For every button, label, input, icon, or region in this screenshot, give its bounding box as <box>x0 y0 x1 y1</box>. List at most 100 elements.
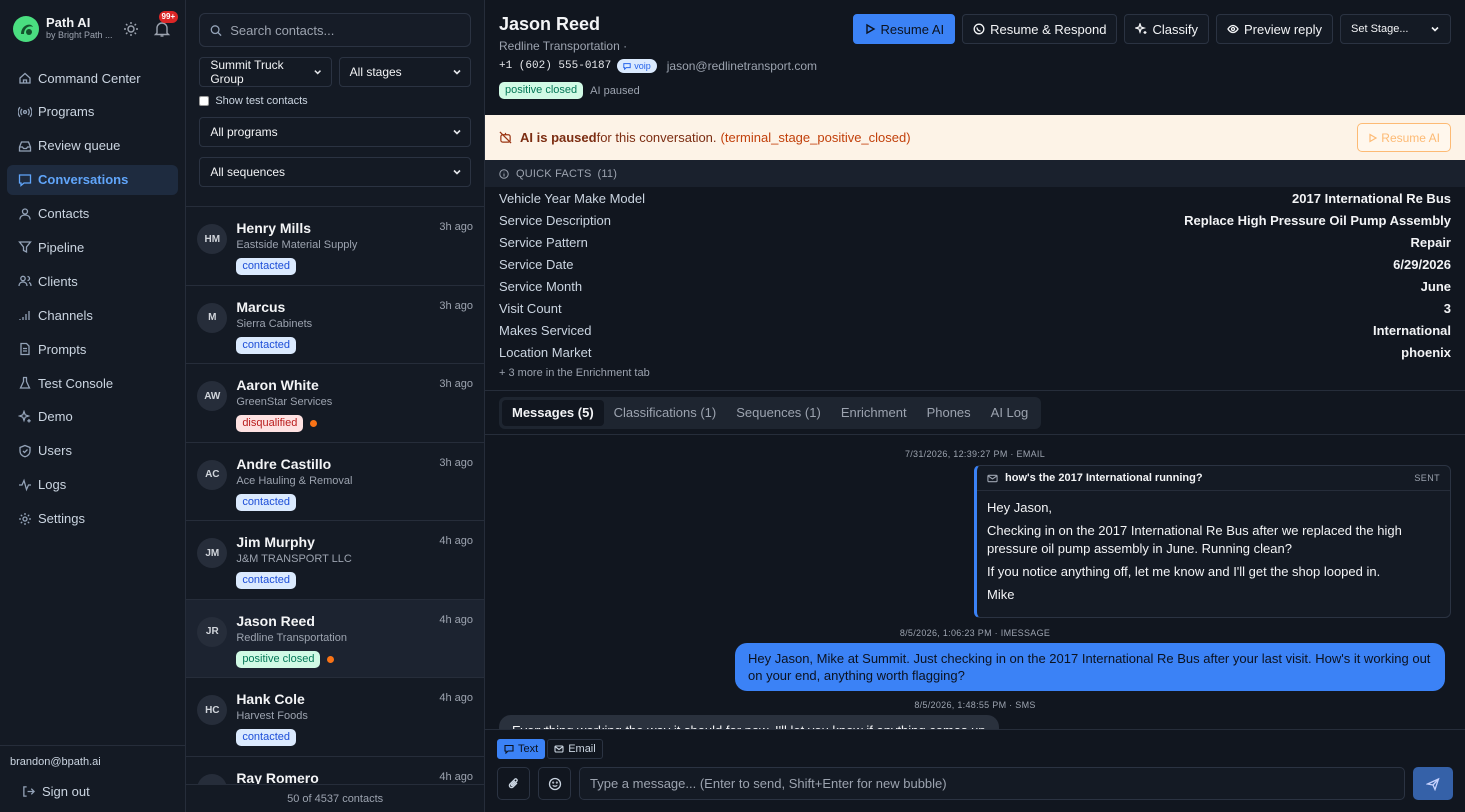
unread-dot <box>327 655 335 663</box>
classify-button[interactable]: Classify <box>1124 14 1209 44</box>
checkbox-box[interactable] <box>199 96 210 106</box>
smile-icon <box>548 777 561 790</box>
search-input[interactable] <box>230 22 460 38</box>
chat-icon <box>623 63 631 70</box>
unread-dot <box>310 420 318 427</box>
avatar: RR <box>197 773 228 784</box>
nav-item-programs[interactable]: Programs <box>7 97 178 127</box>
nav-label: Demo <box>38 409 73 425</box>
inbound-message: Everything working the way it should for… <box>499 715 999 729</box>
brand-name: Path AI <box>46 15 91 31</box>
program-select[interactable]: All programs <box>199 117 471 147</box>
contact-row[interactable]: AW Aaron White GreenStar Services 3h ago dis… <box>186 364 484 443</box>
nav-item-review-queue[interactable]: Review queue <box>7 131 178 161</box>
contact-email[interactable]: jason@redlinetransport.com <box>667 59 817 73</box>
quick-fact-row: Service Pattern Repair <box>499 232 1451 254</box>
nav-item-logs[interactable]: Logs <box>7 470 178 500</box>
status-badge: contacted <box>236 729 297 746</box>
nav-item-clients[interactable]: Clients <box>7 266 178 296</box>
contact-row[interactable]: AC Andre Castillo Ace Hauling & Removal 3h … <box>186 443 484 521</box>
status-badge: contacted <box>236 258 297 275</box>
phone-type-label: voip <box>634 61 651 71</box>
contact-row-name: Jim Murphy <box>236 534 315 550</box>
send-icon <box>1426 777 1440 791</box>
more-facts-link[interactable]: + 3 more in the Enrichment tab <box>499 367 1451 379</box>
contact-row[interactable]: JR Jason Reed Redline Transportation 4h ago… <box>186 599 484 678</box>
banner-title: AI is paused <box>520 130 597 145</box>
message-input[interactable] <box>590 776 1394 791</box>
contact-row-name: Hank Cole <box>236 691 305 707</box>
quick-fact-row: Vehicle Year Make Model 2017 Internationa… <box>499 188 1451 210</box>
nav-item-pipeline[interactable]: Pipeline <box>7 232 178 262</box>
contact-row[interactable]: JM Jim Murphy J&M TRANSPORT LLC 4h ago conta… <box>186 521 484 600</box>
tab-sequences[interactable]: Sequences (1) <box>726 400 831 426</box>
nav-item-test-console[interactable]: Test Console <box>7 368 178 398</box>
resume-respond-button[interactable]: Resume & Respond <box>962 14 1118 44</box>
emoji-button[interactable] <box>538 767 571 800</box>
notifications-button[interactable]: 99+ <box>153 10 179 38</box>
quick-facts-header[interactable]: QUICK FACTS (11) <box>485 160 1465 187</box>
tab-enrichment[interactable]: Enrichment <box>831 400 917 426</box>
nav-item-settings[interactable]: Settings <box>7 504 178 534</box>
attach-button[interactable] <box>497 767 530 800</box>
banner-resume-label: Resume AI <box>1381 130 1440 145</box>
sequence-select[interactable]: All sequences <box>199 157 471 187</box>
message-meta: 8/5/2026, 1:48:55 PM · SMS <box>914 700 1036 710</box>
email-mode-label: Email <box>568 743 596 755</box>
conversation-tabs: Messages (5) Classifications (1) Sequences… <box>499 396 1042 429</box>
nav-item-channels[interactable]: Channels <box>7 300 178 330</box>
nav-item-users[interactable]: Users <box>7 436 178 466</box>
contact-row[interactable]: M Marcus Sierra Cabinets 3h ago contacted <box>186 286 484 364</box>
nav-item-command-center[interactable]: Command Center <box>7 63 178 93</box>
contact-phone[interactable]: +1 (602) 555-0187 <box>499 60 611 72</box>
contact-row[interactable]: RR Ray Romero 4h ago <box>186 757 484 784</box>
message-thread: 7/31/2026, 12:39:27 PM · EMAIL how's the… <box>485 435 1465 729</box>
message-input-box[interactable] <box>579 767 1405 800</box>
contact-row-time: 4h ago <box>439 535 473 547</box>
contact-row[interactable]: HM Henry Mills Eastside Material Supply 3h … <box>186 207 484 286</box>
tabs-bar: Messages (5) Classifications (1) Sequences… <box>485 391 1465 435</box>
nav-item-conversations[interactable]: Conversations <box>7 164 179 195</box>
stage-select-value: All stages <box>349 65 402 79</box>
email-mode-button[interactable]: Email <box>547 739 603 759</box>
sign-out-button[interactable]: Sign out <box>10 780 175 802</box>
avatar: JR <box>197 616 228 647</box>
sun-icon[interactable] <box>123 21 139 37</box>
channel-toggle: Text Email <box>497 739 1453 759</box>
show-test-checkbox[interactable]: Show test contacts <box>199 93 471 109</box>
tab-phones[interactable]: Phones <box>917 400 981 426</box>
broadcast-icon <box>18 106 32 118</box>
contact-row[interactable]: HC Hank Cole Harvest Foods 4h ago contacted <box>186 678 484 757</box>
ai-status: AI paused <box>590 84 640 97</box>
tab-messages[interactable]: Messages (5) <box>502 399 604 426</box>
fact-key: Service Pattern <box>499 235 588 251</box>
resume-ai-button[interactable]: Resume AI <box>852 14 956 44</box>
resume-respond-label: Resume & Respond <box>990 21 1107 37</box>
quick-facts-count: (11) <box>597 167 618 180</box>
contact-row-company: Harvest Foods <box>236 710 308 722</box>
preview-reply-button[interactable]: Preview reply <box>1215 14 1333 44</box>
nav-item-prompts[interactable]: Prompts <box>7 334 178 364</box>
client-select[interactable]: Summit Truck Group <box>199 57 332 87</box>
nav-label: Settings <box>38 511 85 527</box>
fact-value: 3 <box>1443 300 1451 316</box>
bot-off-icon <box>499 131 512 144</box>
preview-reply-label: Preview reply <box>1243 21 1322 37</box>
tab-classifications[interactable]: Classifications (1) <box>604 400 727 426</box>
set-stage-value: Set Stage... <box>1351 23 1409 35</box>
contact-row-time: 4h ago <box>439 613 473 626</box>
text-mode-button[interactable]: Text <box>497 739 546 759</box>
set-stage-select[interactable]: Set Stage... <box>1340 14 1451 44</box>
banner-resume-button[interactable]: Resume AI <box>1357 123 1451 152</box>
send-button[interactable] <box>1413 767 1453 800</box>
search-box[interactable] <box>199 13 471 47</box>
contact-row-company: Eastside Material Supply <box>236 239 358 251</box>
nav-item-contacts[interactable]: Contacts <box>7 199 178 229</box>
tab-ai-log[interactable]: AI Log <box>981 400 1039 426</box>
email-line: If you notice anything off, let me know … <box>987 564 1381 579</box>
stage-select[interactable]: All stages <box>338 57 471 87</box>
chevron-down-icon <box>453 129 461 135</box>
nav-item-demo[interactable]: Demo <box>7 402 178 432</box>
contact-header: Jason Reed Redline Transportation · +1 (… <box>485 0 1465 115</box>
mail-icon <box>987 474 998 482</box>
